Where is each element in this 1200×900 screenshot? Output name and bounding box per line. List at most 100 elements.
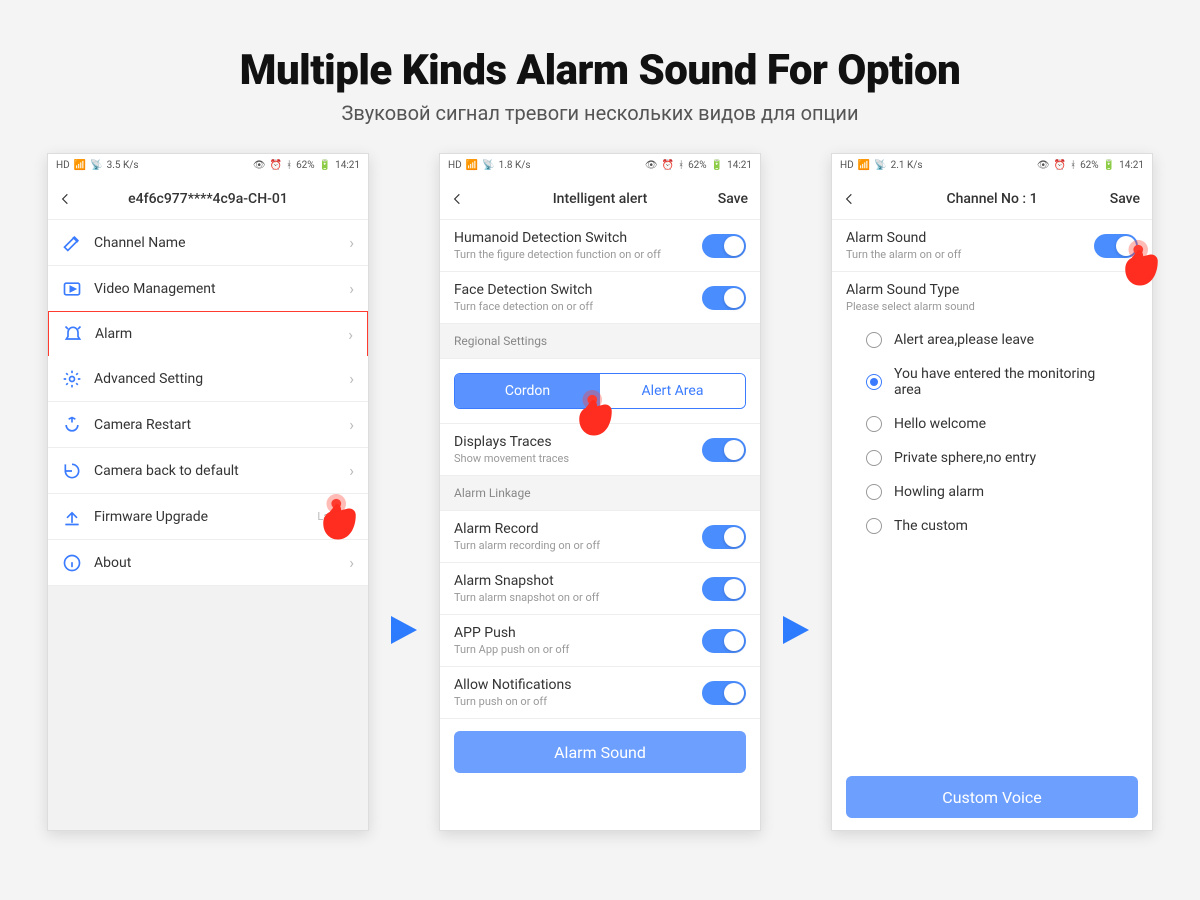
seg-cordon[interactable]: Cordon (455, 374, 600, 408)
regional-segment: Cordon Alert Area (440, 359, 760, 424)
setting-desc: Turn App push on or off (454, 643, 569, 656)
alarm-sound-button[interactable]: Alarm Sound (454, 731, 746, 773)
chevron-right-icon: › (348, 325, 353, 344)
phone-intelligent-alert: HD 📶 📡 1.8 K/s 👁 ⏰ ᚼ 62% 🔋 14:21 Intelli… (439, 153, 761, 831)
row-alarm-sound-type-header: Alarm Sound Type Please select alarm sou… (832, 272, 1152, 323)
custom-voice-button[interactable]: Custom Voice (846, 776, 1138, 818)
page-heading: Multiple Kinds Alarm Sound For Option Зв… (0, 0, 1200, 125)
status-bar: HD 📶 📡 3.5 K/s 👁 ⏰ ᚼ 62% 🔋 14:21 (48, 154, 368, 178)
back-button[interactable] (842, 192, 856, 206)
radio-label: The custom (894, 518, 968, 534)
regional-settings-header: Regional Settings (440, 324, 760, 359)
row-firmware-upgrade[interactable]: Firmware Upgrade Latest (48, 494, 368, 540)
battery-level: 62% (688, 160, 707, 171)
chevron-right-icon: › (349, 553, 354, 572)
back-button[interactable] (450, 192, 464, 206)
save-button[interactable]: Save (1110, 191, 1140, 207)
setting-title: Alarm Snapshot (454, 573, 599, 589)
setting-desc: Please select alarm sound (846, 300, 975, 313)
row-label: Firmware Upgrade (94, 509, 305, 525)
row-video-management[interactable]: Video Management › (48, 266, 368, 312)
signal-icon: 📶 (858, 160, 870, 171)
radio-label: Private sphere,no entry (894, 450, 1036, 466)
chevron-right-icon: › (349, 369, 354, 388)
alarm-status-icon: ⏰ (270, 160, 282, 171)
setting-desc: Turn face detection on or off (454, 300, 593, 313)
alarm-sound-switch[interactable] (1094, 234, 1138, 258)
row-label: Camera Restart (94, 417, 337, 433)
hd-icon: HD (448, 160, 462, 171)
hd-icon: HD (56, 160, 70, 171)
row-label: Advanced Setting (94, 371, 337, 387)
eye-icon: 👁 (645, 160, 658, 171)
pencil-icon (62, 233, 82, 253)
radio-label: Howling alarm (894, 484, 984, 500)
row-allow-notifications: Allow Notifications Turn push on or off (440, 667, 760, 719)
radio-custom[interactable]: The custom (832, 509, 1152, 543)
gear-icon (62, 369, 82, 389)
notifications-switch[interactable] (702, 681, 746, 705)
chevron-right-icon: › (349, 415, 354, 434)
row-about[interactable]: About › (48, 540, 368, 586)
battery-level: 62% (296, 160, 315, 171)
restart-icon (62, 415, 82, 435)
radio-icon (866, 416, 882, 432)
traces-switch[interactable] (702, 438, 746, 462)
radio-howling-alarm[interactable]: Howling alarm (832, 475, 1152, 509)
snapshot-switch[interactable] (702, 577, 746, 601)
setting-title: Humanoid Detection Switch (454, 230, 661, 246)
record-switch[interactable] (702, 525, 746, 549)
row-alarm-sound-toggle: Alarm Sound Turn the alarm on or off (832, 220, 1152, 272)
row-advanced-setting[interactable]: Advanced Setting › (48, 356, 368, 402)
status-bar: HD 📶 📡 1.8 K/s 👁 ⏰ ᚼ 62% 🔋 14:21 (440, 154, 760, 178)
setting-title: Alarm Sound (846, 230, 961, 246)
setting-title: Face Detection Switch (454, 282, 593, 298)
radio-entered-monitoring[interactable]: You have entered the monitoring area (832, 357, 1152, 407)
status-bar: HD 📶 📡 2.1 K/s 👁 ⏰ ᚼ 62% 🔋 14:21 (832, 154, 1152, 178)
clock-time: 14:21 (335, 160, 360, 171)
row-label: Video Management (94, 281, 337, 297)
page-subtitle: Звуковой сигнал тревоги нескольких видов… (0, 101, 1200, 125)
setting-desc: Show movement traces (454, 452, 569, 465)
arrow-right-icon (389, 612, 419, 652)
radio-icon (866, 518, 882, 534)
row-alarm-snapshot: Alarm Snapshot Turn alarm snapshot on or… (440, 563, 760, 615)
eye-icon: 👁 (1037, 160, 1050, 171)
row-channel-name[interactable]: Channel Name › (48, 220, 368, 266)
row-alarm-record: Alarm Record Turn alarm recording on or … (440, 511, 760, 563)
humanoid-switch[interactable] (702, 234, 746, 258)
nav-bar: e4f6c977****4c9a-CH-01 (48, 178, 368, 220)
net-speed: 3.5 K/s (107, 160, 139, 171)
face-switch[interactable] (702, 286, 746, 310)
seg-alert-area[interactable]: Alert Area (600, 374, 745, 408)
latest-badge: Latest (317, 510, 348, 523)
nav-bar: Channel No : 1 Save (832, 178, 1152, 220)
back-button[interactable] (58, 192, 72, 206)
radio-private-no-entry[interactable]: Private sphere,no entry (832, 441, 1152, 475)
row-displays-traces: Displays Traces Show movement traces (440, 424, 760, 476)
info-icon (62, 553, 82, 573)
setting-desc: Turn alarm recording on or off (454, 539, 600, 552)
chevron-right-icon: › (349, 279, 354, 298)
push-switch[interactable] (702, 629, 746, 653)
eye-icon: 👁 (253, 160, 266, 171)
radio-hello-welcome[interactable]: Hello welcome (832, 407, 1152, 441)
battery-icon: 🔋 (711, 160, 723, 171)
save-button[interactable]: Save (718, 191, 748, 207)
row-label: About (94, 555, 337, 571)
row-app-push: APP Push Turn App push on or off (440, 615, 760, 667)
chevron-right-icon: › (349, 461, 354, 480)
row-face-detection: Face Detection Switch Turn face detectio… (440, 272, 760, 324)
nav-bar: Intelligent alert Save (440, 178, 760, 220)
radio-icon (866, 332, 882, 348)
nav-title: Channel No : 1 (946, 191, 1037, 207)
row-alarm[interactable]: Alarm › (48, 311, 368, 357)
chevron-right-icon: › (349, 233, 354, 252)
row-label: Camera back to default (94, 463, 337, 479)
wifi-icon: 📡 (482, 160, 494, 171)
bluetooth-icon: ᚼ (1070, 160, 1076, 171)
wifi-icon: 📡 (874, 160, 886, 171)
row-camera-default[interactable]: Camera back to default › (48, 448, 368, 494)
row-camera-restart[interactable]: Camera Restart › (48, 402, 368, 448)
radio-alert-area-leave[interactable]: Alert area,please leave (832, 323, 1152, 357)
